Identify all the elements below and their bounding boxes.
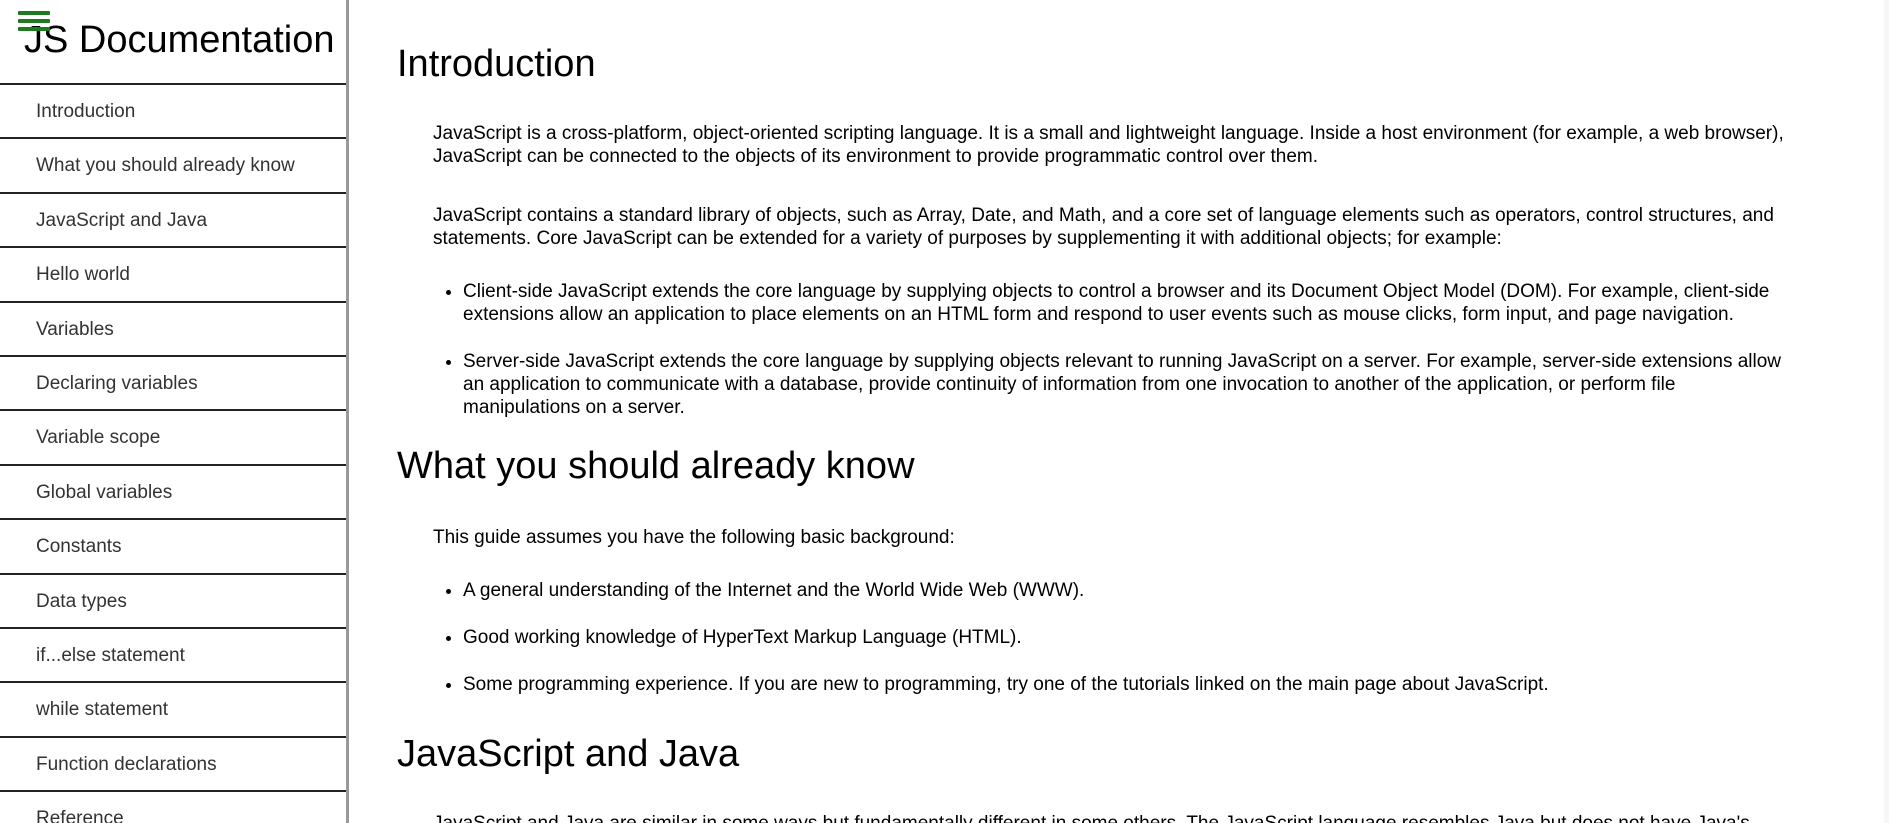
sidebar-nav-list: Introduction What you should already kno… bbox=[0, 85, 346, 823]
list-item: Some programming experience. If you are … bbox=[463, 673, 1795, 696]
sidebar-item-data-types[interactable]: Data types bbox=[0, 575, 346, 629]
section-javascript-and-java: JavaScript and Java JavaScript and Java … bbox=[349, 696, 1889, 823]
sidebar-item-while-statement[interactable]: while statement bbox=[0, 683, 346, 738]
sidebar-item-hello-world[interactable]: Hello world bbox=[0, 248, 346, 303]
sidebar-item-introduction[interactable]: Introduction bbox=[0, 85, 346, 140]
section-what-you-should-already-know: What you should already know This guide … bbox=[349, 419, 1889, 696]
list-item: Good working knowledge of HyperText Mark… bbox=[463, 626, 1795, 649]
section-heading: JavaScript and Java bbox=[397, 733, 740, 775]
main-content: Introduction JavaScript is a cross-platf… bbox=[349, 0, 1889, 823]
sidebar-item-constants[interactable]: Constants bbox=[0, 520, 346, 575]
section-heading: Introduction bbox=[397, 43, 596, 85]
sidebar-item-if-else-statement[interactable]: if...else statement bbox=[0, 629, 346, 684]
sidebar-item-reference[interactable]: Reference bbox=[0, 792, 346, 823]
paragraph: JavaScript is a cross-platform, object-o… bbox=[433, 123, 1784, 167]
list-item: Server-side JavaScript extends the core … bbox=[463, 350, 1795, 419]
bullet-list: Client-side JavaScript extends the core … bbox=[397, 280, 1795, 419]
sidebar-item-variables[interactable]: Variables bbox=[0, 303, 346, 357]
sidebar-navbar: JS Documentation Introduction What you s… bbox=[0, 0, 349, 823]
hamburger-menu-icon[interactable] bbox=[18, 11, 50, 35]
paragraph: This guide assumes you have the followin… bbox=[433, 527, 955, 548]
sidebar-item-what-you-should-already-know[interactable]: What you should already know bbox=[0, 139, 346, 194]
sidebar-item-variable-scope[interactable]: Variable scope bbox=[0, 411, 346, 466]
list-item: A general understanding of the Internet … bbox=[463, 579, 1795, 602]
sidebar-title: JS Documentation bbox=[24, 19, 335, 61]
section-introduction: Introduction JavaScript is a cross-platf… bbox=[349, 0, 1889, 419]
bullet-list: A general understanding of the Internet … bbox=[397, 579, 1795, 696]
sidebar-header: JS Documentation bbox=[0, 0, 346, 85]
paragraph: JavaScript contains a standard library o… bbox=[433, 205, 1774, 249]
list-item: Client-side JavaScript extends the core … bbox=[463, 280, 1795, 326]
scrollbar-track[interactable] bbox=[1884, 0, 1889, 823]
sidebar-item-global-variables[interactable]: Global variables bbox=[0, 466, 346, 521]
sidebar-item-function-declarations[interactable]: Function declarations bbox=[0, 738, 346, 793]
sidebar-item-declaring-variables[interactable]: Declaring variables bbox=[0, 357, 346, 412]
documentation-page: JS Documentation Introduction What you s… bbox=[0, 0, 1889, 823]
paragraph: JavaScript and Java are similar in some … bbox=[397, 812, 1795, 823]
sidebar-item-javascript-and-java[interactable]: JavaScript and Java bbox=[0, 194, 346, 249]
section-heading: What you should already know bbox=[397, 445, 915, 487]
